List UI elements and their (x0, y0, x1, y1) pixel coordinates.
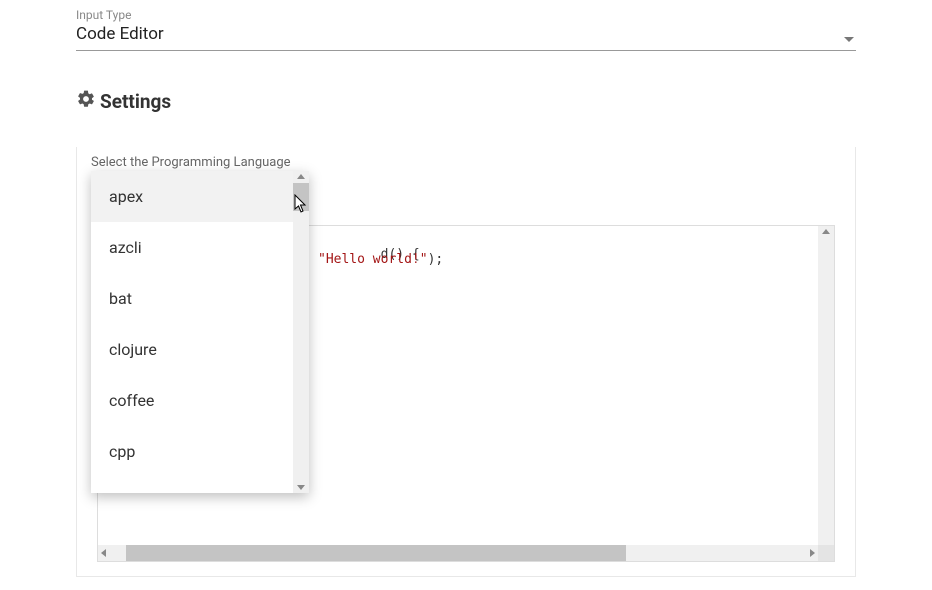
language-option-apex[interactable]: apex (91, 171, 309, 222)
language-option-coffee[interactable]: coffee (91, 375, 309, 426)
input-type-field[interactable]: Input Type Code Editor (76, 8, 856, 51)
input-type-value: Code Editor (76, 24, 164, 44)
dropdown-scrollbar[interactable] (293, 171, 309, 493)
scroll-up-icon[interactable] (822, 229, 830, 234)
settings-panel: Select the Programming Language d() { "H… (76, 147, 856, 577)
scroll-corner (818, 545, 834, 561)
scroll-thumb[interactable] (126, 545, 626, 561)
settings-header: Settings (76, 89, 856, 113)
code-line: "Hello world!"); (318, 252, 443, 267)
language-option-bat[interactable]: bat (91, 273, 309, 324)
scroll-down-icon[interactable] (297, 485, 305, 490)
settings-title: Settings (100, 90, 171, 113)
language-option-clojure[interactable]: clojure (91, 324, 309, 375)
gear-icon (76, 89, 96, 113)
input-type-label: Input Type (76, 8, 856, 22)
scroll-thumb[interactable] (293, 183, 309, 211)
scroll-left-icon[interactable] (101, 549, 106, 557)
chevron-down-icon[interactable] (844, 37, 854, 42)
language-select-label: Select the Programming Language (91, 155, 291, 170)
scroll-right-icon[interactable] (810, 549, 815, 557)
language-option-azcli[interactable]: azcli (91, 222, 309, 273)
scroll-up-icon[interactable] (297, 174, 305, 179)
editor-horizontal-scrollbar[interactable] (98, 545, 834, 561)
language-dropdown[interactable]: apexazclibatclojurecoffeecpp (91, 171, 309, 493)
editor-vertical-scrollbar[interactable] (818, 226, 834, 545)
language-option-cpp[interactable]: cpp (91, 426, 309, 477)
